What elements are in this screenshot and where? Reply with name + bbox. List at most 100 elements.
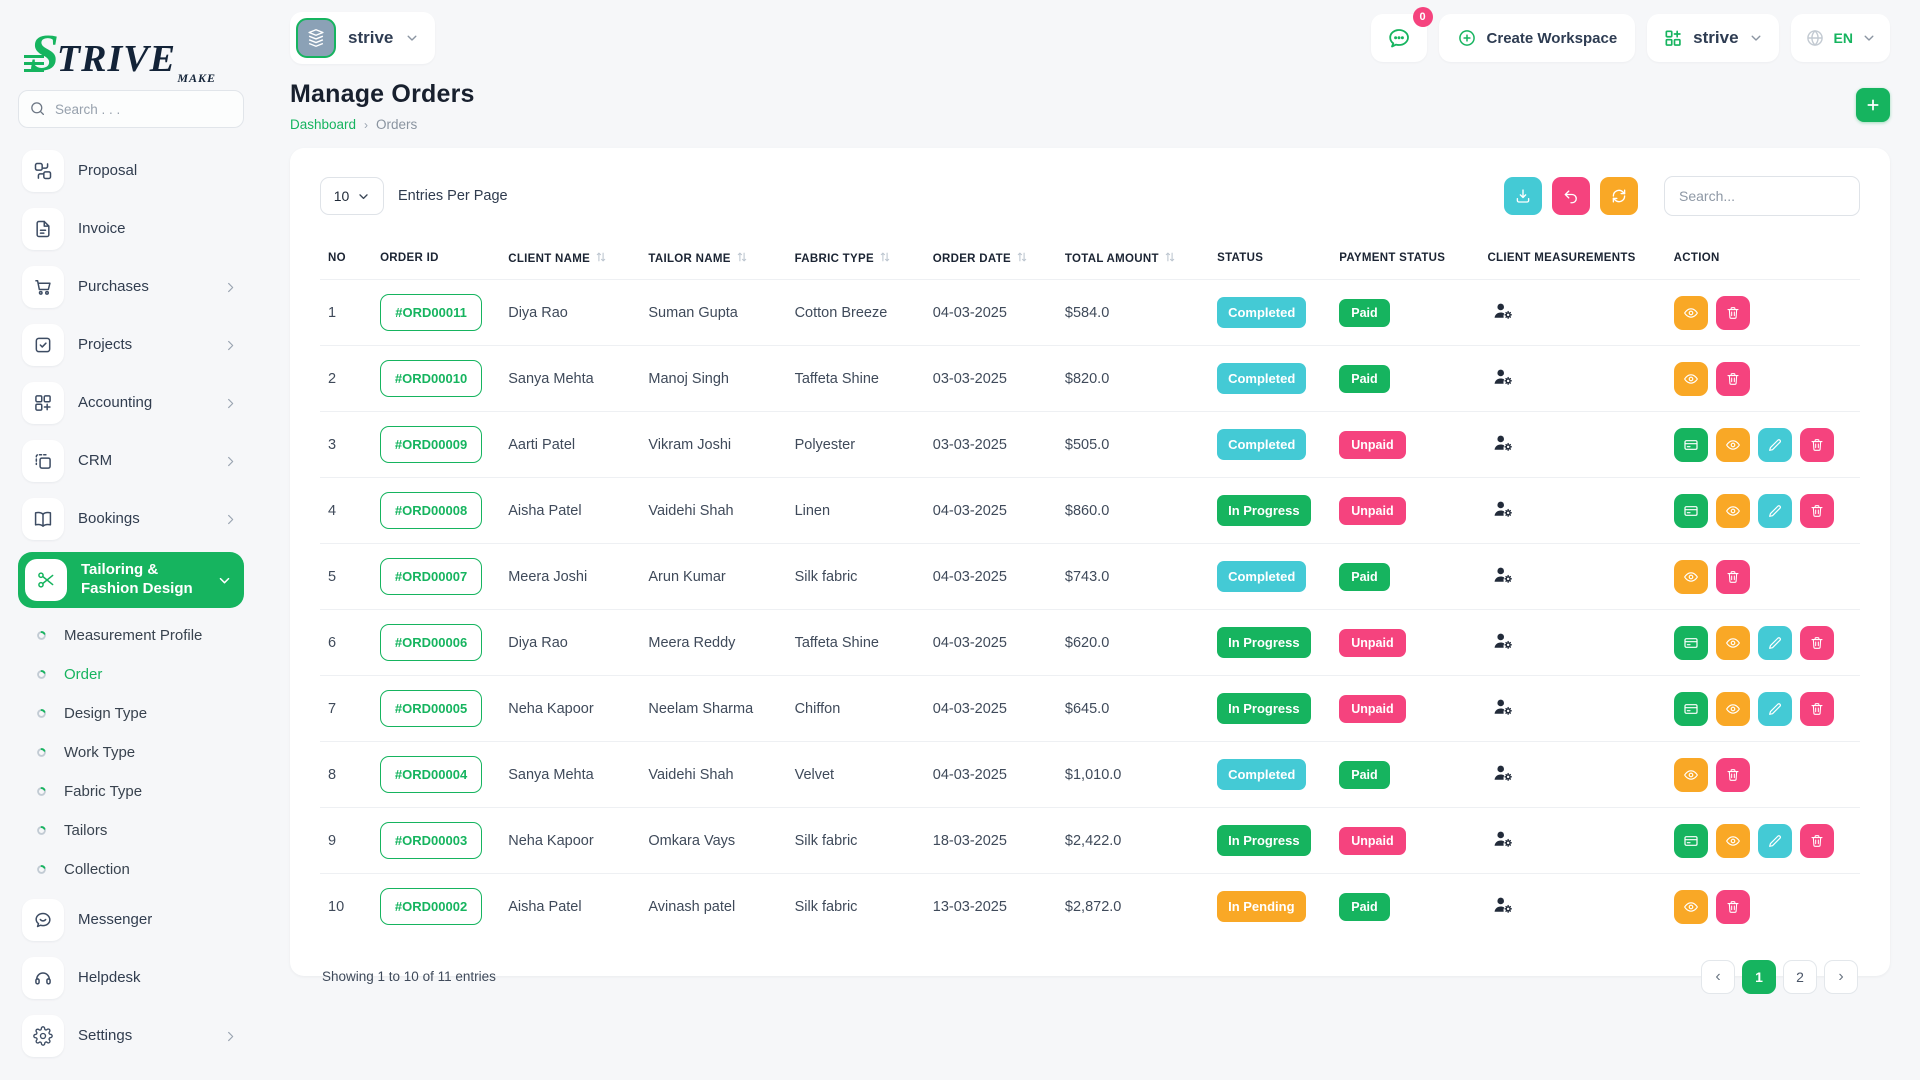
client-measurements-icon[interactable] (1491, 564, 1515, 586)
export-download-button[interactable] (1504, 177, 1542, 215)
sidebar-item-helpdesk[interactable]: Helpdesk (18, 953, 244, 1003)
sidebar-item-bookings[interactable]: Bookings (18, 494, 244, 544)
undo-button[interactable] (1552, 177, 1590, 215)
client-measurements-icon[interactable] (1491, 432, 1515, 454)
delete-button[interactable] (1716, 296, 1750, 330)
pagination-next-button[interactable]: › (1824, 960, 1858, 994)
pay-button[interactable] (1674, 692, 1708, 726)
workspace-dropdown[interactable]: strive (1647, 14, 1778, 62)
delete-button[interactable] (1716, 560, 1750, 594)
edit-button[interactable] (1758, 824, 1792, 858)
client-measurements-icon[interactable] (1491, 498, 1515, 520)
client-measurements-icon[interactable] (1491, 828, 1515, 850)
status-badge: In Pending (1217, 891, 1305, 922)
sidebar-item-settings[interactable]: Settings (18, 1011, 244, 1061)
view-button[interactable] (1674, 758, 1708, 792)
sidebar-subitem-order[interactable]: Order (18, 655, 244, 694)
view-button[interactable] (1716, 626, 1750, 660)
sort-icon (1015, 250, 1029, 264)
sidebar-subitem-measurement-profile[interactable]: Measurement Profile (18, 616, 244, 655)
view-button[interactable] (1674, 362, 1708, 396)
col-header-total-amount[interactable]: TOTAL AMOUNT (1057, 240, 1209, 280)
edit-button[interactable] (1758, 428, 1792, 462)
client-measurements-icon[interactable] (1491, 366, 1515, 388)
delete-button[interactable] (1716, 890, 1750, 924)
client-measurements-icon[interactable] (1491, 696, 1515, 718)
pencil-icon (1767, 635, 1783, 651)
sidebar-item-label: Projects (78, 336, 209, 355)
entries-select[interactable]: 10 (320, 177, 384, 215)
order-id-chip[interactable]: #ORD00002 (380, 888, 482, 925)
delete-button[interactable] (1716, 758, 1750, 792)
sidebar-item-invoice[interactable]: Invoice (18, 204, 244, 254)
edit-button[interactable] (1758, 692, 1792, 726)
order-id-chip[interactable]: #ORD00007 (380, 558, 482, 595)
order-id-chip[interactable]: #ORD00006 (380, 624, 482, 661)
breadcrumb-dashboard[interactable]: Dashboard (290, 117, 356, 132)
sidebar-subitem-work-type[interactable]: Work Type (18, 733, 244, 772)
refresh-button[interactable] (1600, 177, 1638, 215)
col-header-order-date[interactable]: ORDER DATE (925, 240, 1057, 280)
col-header-fabric-type[interactable]: FABRIC TYPE (787, 240, 925, 280)
sidebar-item-messenger[interactable]: Messenger (18, 895, 244, 945)
create-workspace-button[interactable]: Create Workspace (1439, 14, 1636, 62)
delete-button[interactable] (1800, 494, 1834, 528)
sidebar-item-proposal[interactable]: Proposal (18, 146, 244, 196)
sidebar: S TRIVE MAKE ProposalInvoicePurchasesPro… (0, 0, 262, 1080)
client-measurements-icon[interactable] (1491, 300, 1515, 322)
client-measurements-icon[interactable] (1491, 630, 1515, 652)
sidebar-item-tailoring-fashion-design[interactable]: Tailoring & Fashion Design (18, 552, 244, 608)
edit-button[interactable] (1758, 494, 1792, 528)
pay-button[interactable] (1674, 824, 1708, 858)
sidebar-subitem-tailors[interactable]: Tailors (18, 811, 244, 850)
view-button[interactable] (1716, 494, 1750, 528)
order-id-chip[interactable]: #ORD00003 (380, 822, 482, 859)
view-button[interactable] (1716, 428, 1750, 462)
order-id-chip[interactable]: #ORD00004 (380, 756, 482, 793)
view-button[interactable] (1716, 692, 1750, 726)
delete-button[interactable] (1800, 692, 1834, 726)
client-measurements-icon[interactable] (1491, 762, 1515, 784)
sidebar-search-input[interactable] (18, 90, 244, 128)
sidebar-item-projects[interactable]: Projects (18, 320, 244, 370)
delete-button[interactable] (1800, 824, 1834, 858)
sidebar-item-purchases[interactable]: Purchases (18, 262, 244, 312)
pagination-prev-button[interactable]: ‹ (1701, 960, 1735, 994)
pay-button[interactable] (1674, 494, 1708, 528)
sidebar-subitem-design-type[interactable]: Design Type (18, 694, 244, 733)
view-button[interactable] (1674, 296, 1708, 330)
eye-icon (1725, 635, 1741, 651)
table-search-input[interactable] (1664, 176, 1860, 216)
trash-icon (1809, 701, 1825, 717)
view-button[interactable] (1716, 824, 1750, 858)
edit-button[interactable] (1758, 626, 1792, 660)
col-header-client-name[interactable]: CLIENT NAME (500, 240, 640, 280)
delete-button[interactable] (1716, 362, 1750, 396)
order-id-chip[interactable]: #ORD00009 (380, 426, 482, 463)
sidebar-item-accounting[interactable]: Accounting (18, 378, 244, 428)
add-order-button[interactable] (1856, 88, 1890, 122)
pay-button[interactable] (1674, 626, 1708, 660)
order-id-chip[interactable]: #ORD00010 (380, 360, 482, 397)
sidebar-item-crm[interactable]: CRM (18, 436, 244, 486)
delete-button[interactable] (1800, 428, 1834, 462)
cell-total-amount: $584.0 (1057, 280, 1209, 346)
pay-button[interactable] (1674, 428, 1708, 462)
order-id-chip[interactable]: #ORD00008 (380, 492, 482, 529)
pagination-page-1[interactable]: 1 (1742, 960, 1776, 994)
client-measurements-icon[interactable] (1491, 894, 1515, 916)
workspace-selector[interactable]: strive (290, 12, 435, 64)
language-selector[interactable]: EN (1791, 14, 1890, 62)
order-id-chip[interactable]: #ORD00011 (380, 294, 482, 331)
sidebar-subitem-collection[interactable]: Collection (18, 850, 244, 889)
view-button[interactable] (1674, 560, 1708, 594)
sidebar-subitem-fabric-type[interactable]: Fabric Type (18, 772, 244, 811)
pagination-page-2[interactable]: 2 (1783, 960, 1817, 994)
col-header-tailor-name[interactable]: TAILOR NAME (640, 240, 786, 280)
eye-icon (1725, 701, 1741, 717)
card-icon (1683, 701, 1699, 717)
delete-button[interactable] (1800, 626, 1834, 660)
chat-button[interactable]: 0 (1371, 14, 1427, 62)
order-id-chip[interactable]: #ORD00005 (380, 690, 482, 727)
view-button[interactable] (1674, 890, 1708, 924)
